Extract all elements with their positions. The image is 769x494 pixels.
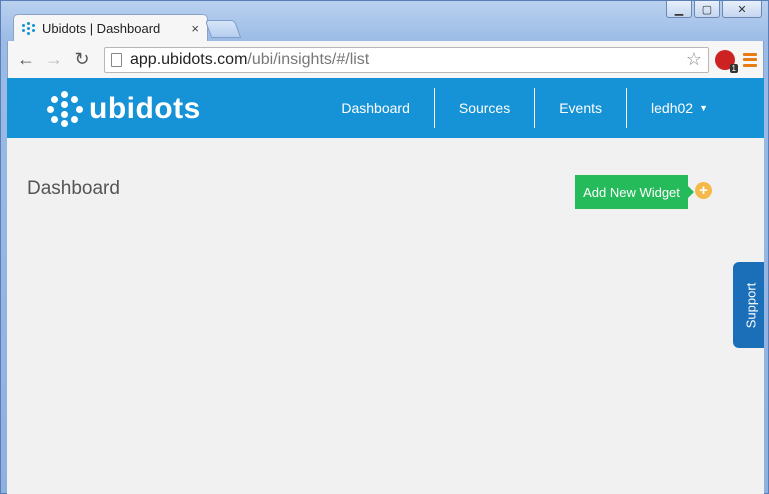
browser-toolbar: ← → ↻ app.ubidots.com/ubi/insights/#/lis… (7, 41, 764, 78)
nav-user-menu[interactable]: ledh02 ▼ (626, 88, 764, 128)
top-navbar: ubidots Dashboard Sources Events ledh02 … (7, 78, 764, 138)
nav-sources[interactable]: Sources (433, 88, 534, 128)
tab-title: Ubidots | Dashboard (42, 21, 161, 36)
back-button[interactable]: ← (14, 48, 38, 72)
logo-text: ubidots (89, 92, 201, 125)
nav-events[interactable]: Events (534, 88, 626, 128)
close-window-button[interactable]: ✕ (722, 1, 762, 18)
forward-button[interactable]: → (42, 48, 66, 72)
page-title: Dashboard (27, 178, 120, 199)
restore-button[interactable]: ▢ (694, 1, 720, 18)
address-bar[interactable]: app.ubidots.com/ubi/insights/#/list ☆ (104, 46, 709, 73)
browser-tab[interactable]: Ubidots | Dashboard × (13, 14, 208, 42)
bookmark-star-icon[interactable]: ☆ (686, 49, 702, 70)
window-controls: ▁ ▢ ✕ (666, 1, 762, 18)
url-path: /ubi/insights/#/list (247, 50, 370, 68)
adblock-extension-icon[interactable]: 1 (715, 49, 738, 73)
url-host: app.ubidots.com (130, 50, 248, 68)
nav-dashboard[interactable]: Dashboard (317, 88, 434, 128)
username: ledh02 (651, 100, 694, 116)
browser-menu-icon[interactable] (743, 52, 757, 67)
support-tab[interactable]: Support (733, 262, 764, 348)
new-tab-button[interactable] (204, 20, 242, 38)
plus-icon[interactable]: + (695, 182, 712, 199)
logo-dots-icon (47, 91, 83, 127)
add-new-widget-button[interactable]: Add New Widget (575, 175, 694, 209)
minimize-button[interactable]: ▁ (666, 1, 692, 18)
url-text: app.ubidots.com/ubi/insights/#/list (130, 51, 686, 69)
browser-window: ▁ ▢ ✕ Ubidots | Dashboard × ← → ↻ app.ub… (0, 0, 769, 494)
support-label: Support (743, 282, 759, 328)
caret-down-icon: ▼ (699, 103, 708, 113)
close-tab-icon[interactable]: × (191, 21, 199, 36)
nav-menu: Dashboard Sources Events ledh02 ▼ (317, 88, 764, 128)
reload-button[interactable]: ↻ (70, 48, 94, 72)
ubidots-favicon-icon (22, 21, 36, 36)
page-content: ubidots Dashboard Sources Events ledh02 … (7, 78, 764, 494)
page-icon (111, 52, 122, 67)
ubidots-logo[interactable]: ubidots (47, 91, 201, 127)
extension-badge: 1 (729, 63, 738, 73)
